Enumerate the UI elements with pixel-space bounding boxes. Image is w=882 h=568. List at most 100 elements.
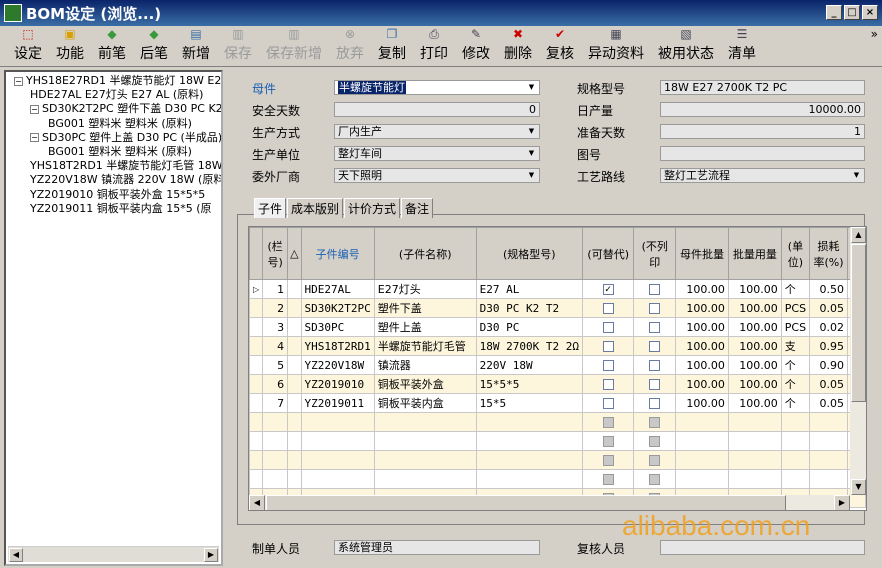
- prep-days-field[interactable]: 1: [660, 124, 865, 139]
- grid-cell[interactable]: 15*5: [475, 393, 583, 413]
- grid-cell[interactable]: [287, 374, 302, 394]
- grid-cell[interactable]: 100.00: [675, 393, 729, 413]
- grid-cell[interactable]: [287, 469, 302, 489]
- minimize-button[interactable]: _: [826, 5, 842, 20]
- tree-node[interactable]: HDE27AL E27灯头 E27 AL (原料): [30, 88, 203, 102]
- scroll-left-icon[interactable]: ◀: [249, 495, 265, 510]
- grid-cell[interactable]: 个: [780, 355, 811, 375]
- table-row[interactable]: ▷ 1 HDE27AL E27灯头 E27 AL ✓ 100.00 100.00 个 0.50: [249, 279, 866, 299]
- collapse-icon[interactable]: −: [30, 133, 39, 143]
- grid-cell[interactable]: E27 AL: [475, 279, 583, 299]
- table-row[interactable]: [249, 450, 866, 470]
- dropdown-arrow-icon[interactable]: ▼: [525, 81, 538, 94]
- grid-cell[interactable]: [675, 431, 729, 451]
- grid-cell[interactable]: [633, 317, 677, 337]
- checkbox[interactable]: [649, 303, 661, 314]
- grid-cell[interactable]: [262, 431, 289, 451]
- grid-cell[interactable]: [581, 431, 635, 451]
- toolbar-button-new[interactable]: ▤ 新增: [182, 26, 210, 66]
- grid-cell[interactable]: 100.00: [727, 298, 782, 318]
- safety-days-field[interactable]: 0: [334, 102, 540, 117]
- grid-header[interactable]: 子件编号: [300, 227, 375, 280]
- grid-cell[interactable]: [581, 374, 635, 394]
- grid-cell[interactable]: D30 PC: [475, 317, 583, 337]
- grid-cell[interactable]: 3: [262, 317, 289, 337]
- tree-node[interactable]: BG001 塑料米 塑料米 (原料): [48, 145, 192, 159]
- grid-header[interactable]: △: [287, 227, 302, 280]
- tab-components[interactable]: 子件: [254, 198, 287, 218]
- checkbox[interactable]: [649, 398, 661, 409]
- grid-cell[interactable]: [633, 355, 677, 375]
- drawing-no-field[interactable]: [660, 146, 865, 161]
- grid-cell[interactable]: [249, 355, 264, 375]
- toolbar-button-prev[interactable]: ◆ 前笔: [98, 26, 126, 66]
- grid-cell[interactable]: D30 PC K2 T2: [475, 298, 583, 318]
- grid-cell[interactable]: [249, 336, 264, 356]
- table-row[interactable]: 3 SD30PC 塑件上盖 D30 PC 100.00 100.00 PCS 0.02: [249, 317, 866, 337]
- checkbox[interactable]: [649, 341, 661, 352]
- grid-cell[interactable]: [809, 469, 848, 489]
- grid-cell[interactable]: 塑件上盖: [373, 317, 477, 337]
- collapse-icon[interactable]: −: [30, 104, 39, 114]
- grid-cell[interactable]: [300, 469, 375, 489]
- grid-cell[interactable]: [809, 450, 848, 470]
- grid-cell[interactable]: 2: [262, 298, 289, 318]
- tree-node[interactable]: − SD30PC 塑件上盖 D30 PC (半成品): [30, 131, 221, 145]
- production-unit-combo[interactable]: 整灯车间 ▼: [334, 146, 540, 161]
- tree-node[interactable]: YHS18T2RD1 半螺旋节能灯毛管 18W: [30, 159, 221, 173]
- checkbox[interactable]: [602, 303, 614, 314]
- checkbox[interactable]: [649, 360, 661, 371]
- checkbox[interactable]: [602, 322, 614, 333]
- grid-cell[interactable]: 0.05: [809, 374, 848, 394]
- outsourcer-combo[interactable]: 天下照明 ▼: [334, 168, 540, 183]
- component-grid[interactable]: (栏号) △ 子件编号 (子件名称) (规格型号) (可替代) (不列印 母件批量 批量用量 (单…: [248, 226, 867, 511]
- maker-field[interactable]: 系统管理员: [334, 540, 540, 555]
- checkbox[interactable]: [649, 436, 661, 447]
- dropdown-arrow-icon[interactable]: ▼: [525, 169, 538, 182]
- grid-cell[interactable]: 0.05: [809, 393, 848, 413]
- grid-cell[interactable]: [581, 450, 635, 470]
- tab-notes[interactable]: 备注: [401, 198, 434, 218]
- checkbox[interactable]: [649, 379, 661, 390]
- grid-header[interactable]: (单位): [780, 227, 811, 280]
- table-row[interactable]: 4 YHS18T2RD1 半螺旋节能灯毛管 18W 2700K T2 2Ω 100.00…: [249, 336, 866, 356]
- grid-cell[interactable]: [287, 412, 302, 432]
- grid-cell[interactable]: 1: [262, 279, 289, 299]
- grid-cell[interactable]: 铜板平装外盒: [373, 374, 477, 394]
- grid-cell[interactable]: [633, 336, 677, 356]
- toolbar-button-next[interactable]: ◆ 后笔: [140, 26, 168, 66]
- grid-cell[interactable]: [287, 431, 302, 451]
- grid-cell[interactable]: [581, 412, 635, 432]
- grid-cell[interactable]: 镇流器: [373, 355, 477, 375]
- grid-cell[interactable]: [581, 469, 635, 489]
- table-row[interactable]: [249, 431, 866, 451]
- grid-cell[interactable]: 100.00: [675, 374, 729, 394]
- tree-node[interactable]: YZ2019011 铜板平装内盒 15*5 (原: [30, 202, 212, 216]
- grid-cell[interactable]: YZ220V18W: [300, 355, 375, 375]
- grid-cell[interactable]: [581, 336, 635, 356]
- grid-cell[interactable]: 0.90: [809, 355, 848, 375]
- grid-cell[interactable]: [249, 317, 264, 337]
- collapse-icon[interactable]: −: [14, 76, 23, 86]
- scroll-up-icon[interactable]: ▲: [851, 227, 866, 243]
- grid-cell[interactable]: [727, 469, 782, 489]
- grid-cell[interactable]: 100.00: [727, 279, 782, 299]
- tree-node[interactable]: YZ2019010 铜板平装外盒 15*5*5: [30, 188, 205, 202]
- grid-cell[interactable]: [300, 412, 375, 432]
- tree-horizontal-scrollbar[interactable]: ◀ ▶: [8, 546, 219, 562]
- parent-combo[interactable]: 半螺旋节能灯 ▼: [334, 80, 540, 95]
- grid-header[interactable]: (不列印: [633, 227, 677, 280]
- grid-cell[interactable]: 6: [262, 374, 289, 394]
- grid-cell[interactable]: [262, 412, 289, 432]
- grid-cell[interactable]: E27灯头: [373, 279, 477, 299]
- grid-cell[interactable]: [809, 431, 848, 451]
- grid-cell[interactable]: [780, 431, 811, 451]
- grid-cell[interactable]: 100.00: [727, 374, 782, 394]
- grid-cell[interactable]: [633, 279, 677, 299]
- grid-cell[interactable]: [780, 412, 811, 432]
- grid-cell[interactable]: 100.00: [675, 355, 729, 375]
- grid-cell[interactable]: [249, 469, 264, 489]
- grid-cell[interactable]: 5: [262, 355, 289, 375]
- grid-cell[interactable]: [675, 412, 729, 432]
- grid-cell[interactable]: 100.00: [727, 355, 782, 375]
